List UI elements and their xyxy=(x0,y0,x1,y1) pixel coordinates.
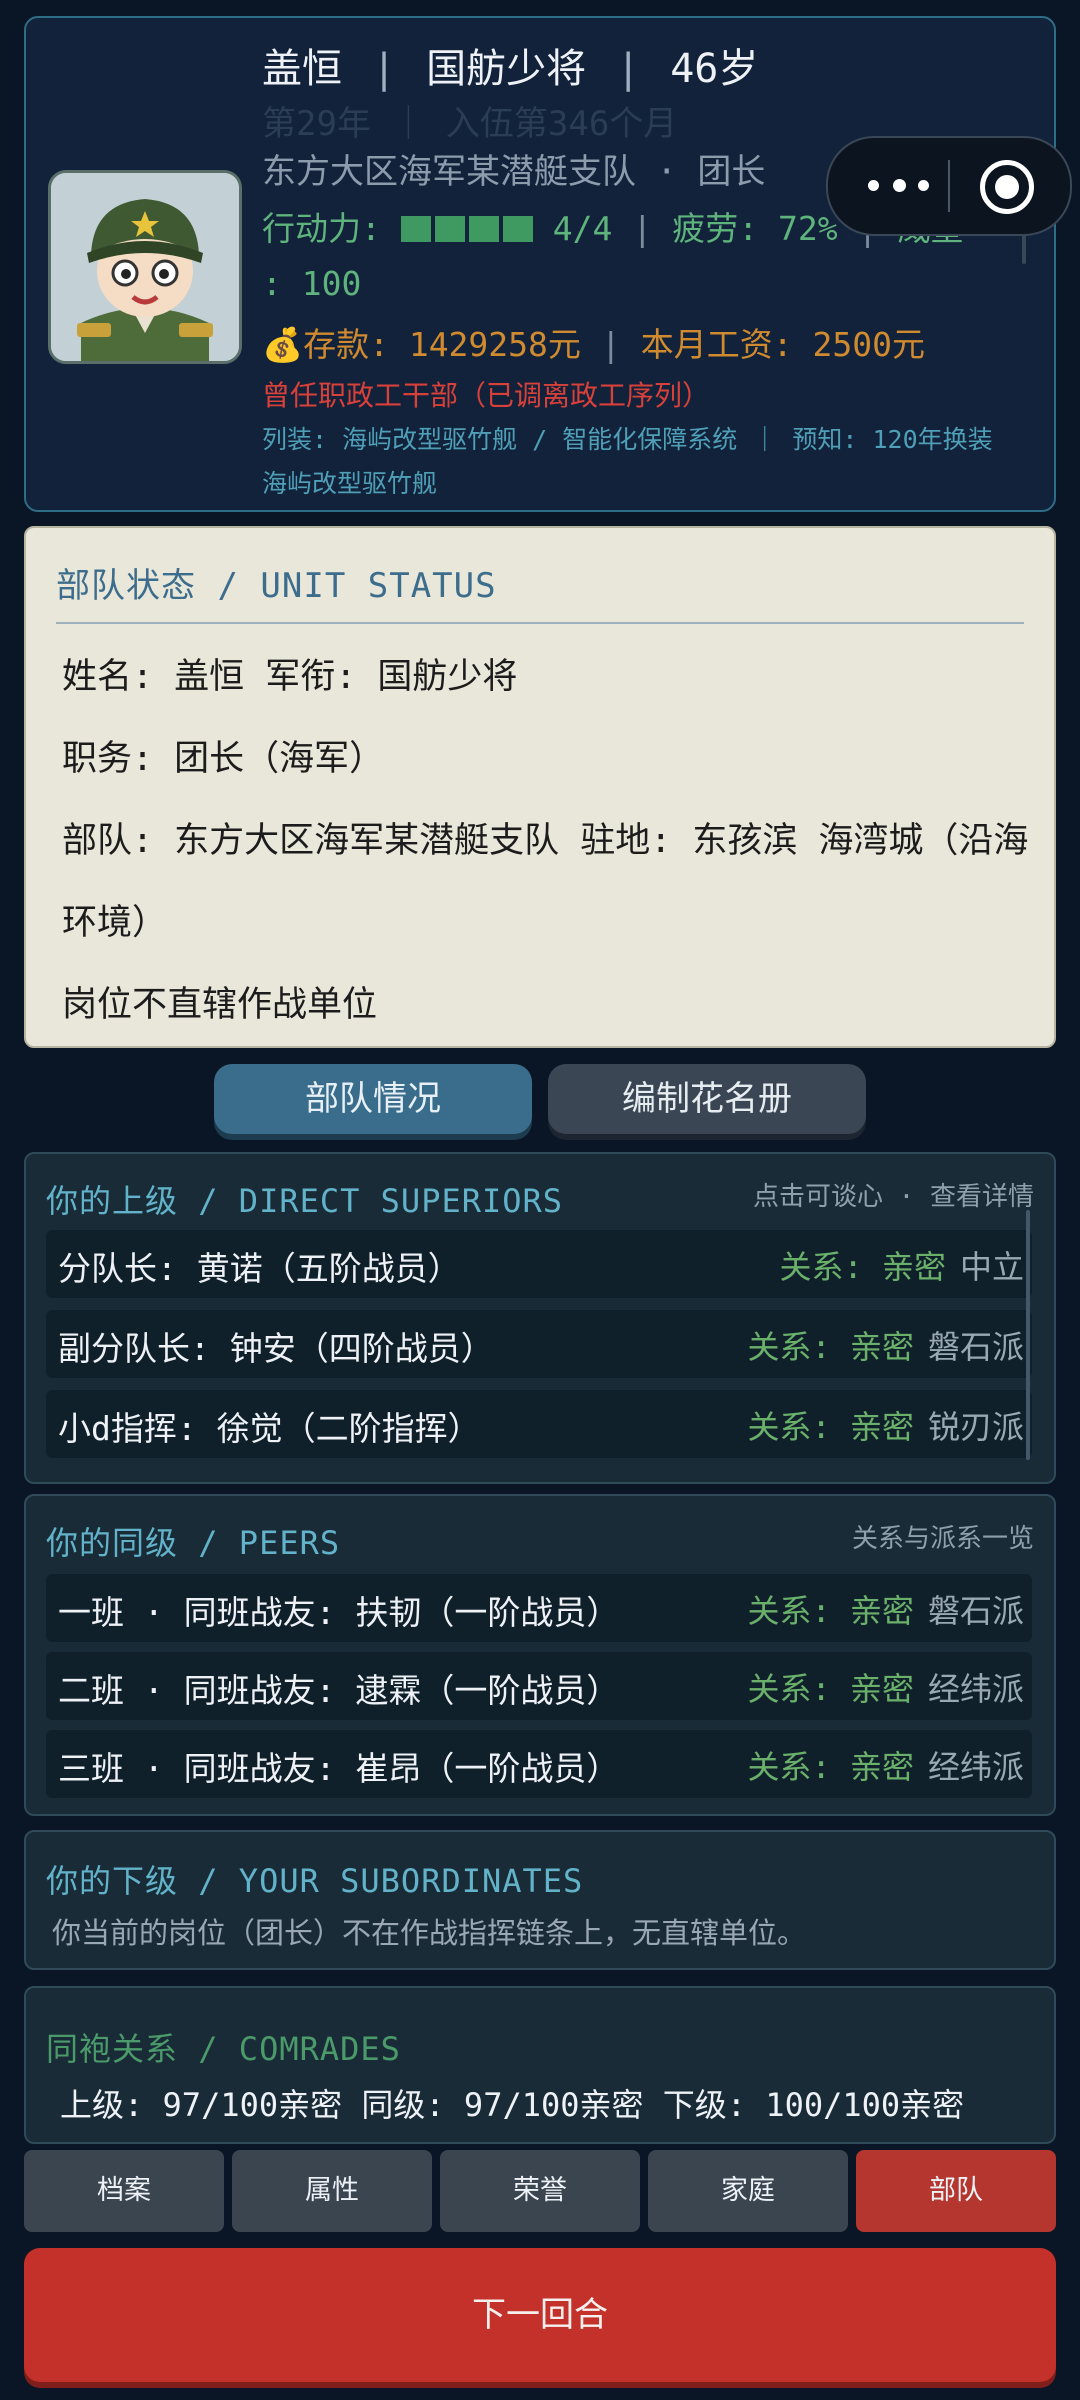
miniprogram-capsule xyxy=(826,136,1072,236)
relation-label: 关系: 亲密 xyxy=(779,1248,946,1286)
avatar[interactable] xyxy=(48,170,242,364)
equipment-info: 列装: 海屿改型驱竹舰 / 智能化保障系统 ｜ 预知: 120年换装 海屿改型驱… xyxy=(262,425,993,498)
tab-unit-overview[interactable]: 部队情况 xyxy=(214,1064,532,1134)
finance-line: 💰存款: 1429258元 | 本月工资: 2500元 xyxy=(262,318,925,366)
relation-label: 关系: 亲密 xyxy=(747,1592,914,1630)
faction-label: 磐石派 xyxy=(927,1328,1024,1366)
superiors-section: 你的上级 / DIRECT SUPERIORS 点击可谈心 · 查看详情 分队长… xyxy=(24,1152,1056,1484)
superior-name: 小d指挥: 徐觉（二阶指挥） xyxy=(58,1409,481,1448)
comrades-section: 同袍关系 / COMRADES 上级: 97/100亲密 同级: 97/100亲… xyxy=(24,1986,1056,2144)
prestige-value: : 100 xyxy=(262,264,362,303)
faction-label: 中立 xyxy=(959,1248,1024,1286)
peer-name: 一班 · 同班战友: 扶韧（一阶战员） xyxy=(58,1593,620,1632)
superior-name: 副分队长: 钟安（四阶战员） xyxy=(58,1329,494,1368)
subordinates-title: 你的下级 / YOUR SUBORDINATES xyxy=(46,1862,584,1900)
comrades-title: 同袍关系 / COMRADES xyxy=(46,2030,401,2068)
peer-name: 三班 · 同班战友: 崔昂（一阶战员） xyxy=(58,1749,620,1788)
monthly-salary: 本月工资: 2500元 xyxy=(640,325,925,364)
status-unit-garrison: 部队: 东方大区海军某潜艇支队 驻地: 东孩滨 海湾城（沿海 xyxy=(62,821,1029,861)
former-role-note: 曾任职政工干部（已调离政工序列） xyxy=(262,379,711,412)
superiors-title: 你的上级 / DIRECT SUPERIORS xyxy=(46,1182,564,1220)
faction-label: 经纬派 xyxy=(927,1670,1024,1708)
relation-label: 关系: 亲密 xyxy=(747,1328,914,1366)
nav-family[interactable]: 家庭 xyxy=(648,2150,848,2232)
action-points-bar xyxy=(400,211,537,250)
relation-label: 关系: 亲密 xyxy=(747,1748,914,1786)
superiors-hint: 点击可谈心 · 查看详情 xyxy=(753,1182,1034,1212)
nav-unit[interactable]: 部队 xyxy=(856,2150,1056,2232)
status-command-note: 岗位不直辖作战单位 xyxy=(62,985,378,1025)
relation-label: 关系: 亲密 xyxy=(747,1408,914,1446)
profile-card: 盖恒 | 国舫少将 | 46岁 第29年 ｜ 入伍第346个月 东方大区海军某潜艇支队 … xyxy=(24,16,1072,512)
unit-status-title: 部队状态 / UNIT STATUS xyxy=(56,566,497,606)
faction-label: 锐刃派 xyxy=(927,1408,1024,1446)
separator: | xyxy=(372,46,397,92)
relation-label: 关系: 亲密 xyxy=(747,1670,914,1708)
nav-attributes[interactable]: 属性 xyxy=(232,2150,432,2232)
peers-hint: 关系与派系一览 xyxy=(851,1524,1034,1554)
peers-section: 你的同级 / PEERS 关系与派系一览 一班 · 同班战友: 扶韧（一阶战员）… xyxy=(24,1494,1056,1816)
player-rank: 国舫少将 xyxy=(426,46,587,92)
peer-row[interactable]: 一班 · 同班战友: 扶韧（一阶战员） 关系: 亲密 磐石派 xyxy=(46,1574,1032,1642)
superior-name: 分队长: 黄诺（五阶战员） xyxy=(58,1249,461,1288)
peer-row[interactable]: 三班 · 同班战友: 崔昂（一阶战员） 关系: 亲密 经纬派 xyxy=(46,1730,1032,1798)
superior-row[interactable]: 小d指挥: 徐觉（二阶指挥） 关系: 亲密 锐刃派 xyxy=(46,1390,1032,1458)
separator: | xyxy=(632,209,653,248)
faction-label: 经纬派 xyxy=(927,1748,1024,1786)
peer-name: 二班 · 同班战友: 逮霖（一阶战员） xyxy=(58,1671,620,1710)
separator: | xyxy=(616,46,641,92)
peers-title: 你的同级 / PEERS xyxy=(46,1524,341,1562)
fatigue-stat: 疲劳: 72% xyxy=(672,209,838,248)
unit-status-panel: 部队状态 / UNIT STATUS 姓名: 盖恒 军衔: 国舫少将 职务: 团… xyxy=(24,526,1056,1048)
comrades-summary: 上级: 97/100亲密 同级: 97/100亲密 下级: 100/100亲密 xyxy=(60,2086,965,2124)
player-age: 46岁 xyxy=(670,46,759,92)
superiors-scrollbar[interactable] xyxy=(1026,1210,1030,1460)
tab-roster[interactable]: 编制花名册 xyxy=(548,1064,866,1134)
player-name: 盖恒 xyxy=(262,46,342,92)
status-position: 职务: 团长（海军） xyxy=(62,739,385,779)
service-length: 第29年 ｜ 入伍第346个月 xyxy=(262,104,678,144)
subordinates-note: 你当前的岗位（团长）不在作战指挥链条上，无直辖单位。 xyxy=(52,1916,807,1950)
unit-assignment: 东方大区海军某潜艇支队 · 团长 xyxy=(262,152,766,192)
soldier-avatar-icon xyxy=(51,173,239,361)
subordinates-section: 你的下级 / YOUR SUBORDINATES 你当前的岗位（团长）不在作战指… xyxy=(24,1830,1056,1970)
nav-profile[interactable]: 档案 xyxy=(24,2150,224,2232)
faction-label: 磐石派 xyxy=(927,1592,1024,1630)
identity-line: 盖恒 | 国舫少将 | 46岁 xyxy=(262,36,758,94)
divider xyxy=(56,622,1024,624)
superior-row[interactable]: 副分队长: 钟安（四阶战员） 关系: 亲密 磐石派 xyxy=(46,1310,1032,1378)
target-icon[interactable] xyxy=(980,160,1034,214)
superior-row[interactable]: 分队长: 黄诺（五阶战员） 关系: 亲密 中立 xyxy=(46,1230,1032,1298)
savings: 💰存款: 1429258元 xyxy=(262,325,581,364)
action-value: 4/4 xyxy=(552,209,613,248)
status-unit-garrison-cont: 环境） xyxy=(62,903,168,943)
more-dots-icon[interactable] xyxy=(864,160,934,212)
status-name-rank: 姓名: 盖恒 军衔: 国舫少将 xyxy=(62,657,518,697)
nav-honors[interactable]: 荣誉 xyxy=(440,2150,640,2232)
peer-row[interactable]: 二班 · 同班战友: 逮霖（一阶战员） 关系: 亲密 经纬派 xyxy=(46,1652,1032,1720)
next-turn-button[interactable]: 下一回合 xyxy=(24,2248,1056,2382)
action-label: 行动力: xyxy=(262,209,381,248)
separator: | xyxy=(600,325,621,364)
capsule-divider xyxy=(948,160,950,212)
